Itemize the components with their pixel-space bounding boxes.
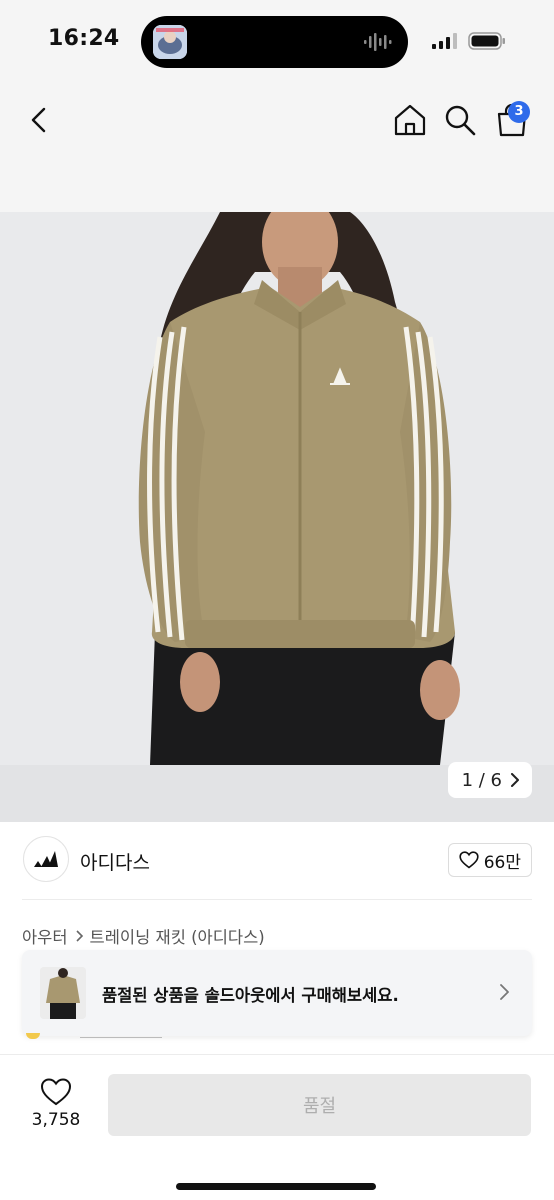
nav-bar: 3 [0,84,554,212]
sold-out-button[interactable]: 품절 [108,1074,531,1136]
wishlist-count: 3,758 [31,1110,81,1130]
brand-name[interactable]: 아디다스 [80,848,150,875]
like-count: 66만 [483,852,521,873]
breadcrumb-separator-icon [75,930,83,942]
image-page-counter[interactable]: 1 / 6 [447,762,532,798]
search-icon[interactable] [442,102,478,138]
bottom-action-bar: 3,758 품절 [0,1054,554,1200]
dynamic-island [141,16,408,68]
back-chevron-icon[interactable] [22,102,58,138]
now-playing-thumbnail [153,25,187,59]
status-bar: 16:24 [0,0,554,84]
chevron-right-icon [500,984,509,1000]
product-photo [0,212,554,822]
chevron-right-icon [511,773,519,787]
heart-icon [459,851,479,869]
product-image-carousel[interactable]: 1 / 6 [0,212,554,822]
image-counter-text: 1 / 6 [461,769,502,791]
breadcrumb: 아우터 트레이닝 재킷 (아디다스) [22,924,265,948]
rating-star-peek [26,1033,40,1039]
soldout-promo-banner[interactable]: 품절된 상품을 솔드아웃에서 구매해보세요. [22,950,532,1036]
breadcrumb-subcategory[interactable]: 트레이닝 재킷 (아디다스) [90,924,265,948]
brand-row[interactable]: 아디다스 66만 [0,822,554,900]
adidas-logo-icon [34,851,58,867]
cart-count-badge: 3 [508,101,530,123]
banner-product-thumbnail [40,967,86,1019]
banner-text: 품절된 상품을 솔드아웃에서 구매해보세요. [102,986,399,1005]
battery-icon [468,32,505,50]
home-indicator[interactable] [176,1183,376,1190]
like-button[interactable]: 66만 [447,843,532,877]
wishlist-heart-icon[interactable] [40,1077,72,1107]
breadcrumb-category[interactable]: 아우터 [22,924,68,948]
divider [22,899,532,900]
content-peek-line [80,1037,162,1038]
cellular-signal-icon [432,33,457,49]
audio-wave-icon [364,33,392,51]
status-time: 16:24 [48,26,120,51]
brand-logo[interactable] [23,836,69,882]
status-indicators [432,32,506,50]
home-icon[interactable] [392,102,428,138]
